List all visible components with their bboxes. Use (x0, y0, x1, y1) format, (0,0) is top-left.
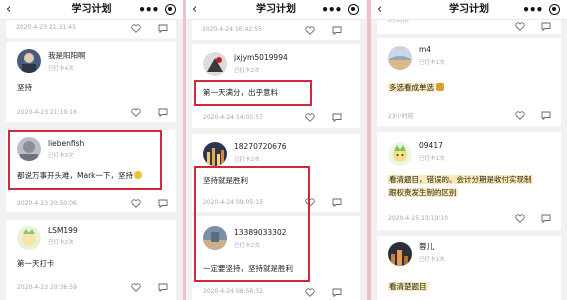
post-content-line2: 跟权责发生制的区别 (388, 188, 458, 197)
post-card: 我是阳阳啊 已打卡4次 坚持 2020-4-23 21:19:16 (6, 42, 176, 122)
more-icon[interactable]: ••• (522, 4, 543, 16)
avatar[interactable] (388, 242, 412, 266)
highlight-box (8, 130, 162, 190)
checkin-count: 已打卡2次 (48, 240, 74, 246)
more-icon[interactable]: ••• (138, 4, 159, 16)
heart-icon[interactable] (515, 22, 525, 31)
post-time: 2020-4-23 21:19:16 (17, 109, 77, 116)
post-card: m4 已打卡1次 多选看成单选 23小时前 (377, 38, 561, 126)
navbar: ‹ 学习计划 ••• (0, 0, 183, 20)
panel-1: ‹ 学习计划 ••• 2020-4-23 21:31:45 我是阳阳啊 已打卡4… (0, 0, 183, 300)
comment-icon[interactable] (332, 26, 342, 35)
heart-icon[interactable] (305, 288, 315, 297)
target-icon[interactable] (548, 4, 560, 15)
heart-icon[interactable] (515, 111, 525, 120)
comment-icon[interactable] (158, 199, 168, 208)
username[interactable]: 09417 (419, 141, 443, 151)
checkin-count: 已打卡1次 (419, 156, 445, 162)
panel-2: ‹ 学习计划 ••• 2020-4-24 16:42:55 jxjym50199… (186, 0, 366, 300)
comment-icon[interactable] (332, 113, 342, 122)
nav-capsule: ••• (318, 2, 362, 17)
avatar[interactable] (388, 46, 412, 70)
username[interactable]: m4 (419, 45, 431, 55)
checkin-count: 已打卡1次 (419, 257, 445, 263)
post-content: 看清题目，错误的。会计分期是收付实现制 (388, 175, 533, 184)
username[interactable]: 我是阳阳啊 (48, 51, 86, 61)
comment-icon[interactable] (332, 198, 342, 207)
comment-icon[interactable] (158, 24, 168, 33)
post-card: 2020-4-23 21:31:45 (6, 20, 176, 38)
checkin-count: 已打卡2次 (234, 157, 260, 163)
heart-icon[interactable] (131, 199, 141, 208)
avatar[interactable] (17, 226, 41, 250)
post-time: 2020-4-23 20:36:59 (17, 284, 77, 291)
comment-icon[interactable] (158, 108, 168, 117)
checkin-count: 已打卡2次 (234, 68, 260, 74)
post-time: 2020-4-24 16:42:55 (202, 26, 262, 33)
more-icon[interactable]: ••• (321, 4, 342, 16)
post-content: 多选看成单选 (388, 82, 444, 93)
post-card: 09417 已打卡1次 看清题目，错误的。会计分期是收付实现制 跟权责发生制的区… (377, 132, 561, 230)
avatar[interactable] (17, 49, 41, 73)
heart-icon[interactable] (131, 24, 141, 33)
username[interactable]: jxjym5019994 (234, 53, 288, 63)
username[interactable]: LSM199 (48, 226, 78, 236)
post-time: 2020-4-25 13:19:10 (388, 215, 448, 222)
avatar[interactable] (203, 142, 227, 166)
post-card: 2020-4-24 16:42:55 (192, 20, 360, 40)
post-time: 23小时前 (388, 113, 414, 120)
heart-icon[interactable] (131, 108, 141, 117)
heart-icon[interactable] (305, 113, 315, 122)
nav-capsule: ••• (135, 2, 179, 17)
heart-icon[interactable] (131, 283, 141, 292)
target-icon[interactable] (347, 4, 359, 15)
checkin-count: 已打卡4次 (48, 66, 74, 72)
comment-icon[interactable] (541, 214, 551, 223)
comment-icon[interactable] (541, 22, 551, 31)
trophy-emoji-icon (436, 83, 444, 91)
post-time: 2020-4-23 20:50:06 (17, 200, 77, 207)
highlight-box (194, 166, 310, 282)
post-card: LSM199 已打卡2次 第一天打卡 2020-4-23 20:36:59 (6, 220, 176, 300)
target-icon[interactable] (164, 4, 176, 15)
comment-icon[interactable] (158, 283, 168, 292)
checkin-count: 已打卡1次 (419, 60, 445, 66)
post-content: 坚持 (17, 83, 32, 92)
panel-3: ‹ 学习计划 ••• 5小时前 m4 已打卡1次 多选看成单选 23小时前 09… (371, 0, 567, 300)
username[interactable]: 18270720676 (234, 142, 287, 152)
heart-icon[interactable] (515, 214, 525, 223)
post-time: 2020-4-24 14:05:57 (203, 114, 263, 121)
navbar: ‹ 学习计划 ••• (371, 0, 567, 20)
username[interactable]: 蓉儿 (419, 242, 434, 252)
navbar: ‹ 学习计划 ••• (186, 0, 366, 20)
heart-icon[interactable] (305, 26, 315, 35)
post-card: 蓉儿 已打卡1次 看清楚题目 (377, 236, 561, 300)
post-card: 5小时前 (377, 17, 561, 34)
post-content: 看清楚题目 (388, 282, 428, 291)
post-time: 2020-4-23 21:31:45 (16, 24, 76, 31)
avatar[interactable] (388, 142, 412, 166)
comment-icon[interactable] (541, 111, 551, 120)
comment-icon[interactable] (332, 288, 342, 297)
post-time: 2020-4-24 08:58:32 (203, 288, 263, 295)
highlight-box (194, 80, 312, 106)
nav-capsule: ••• (519, 2, 563, 17)
avatar[interactable] (203, 52, 227, 76)
post-content: 第一天打卡 (17, 259, 55, 268)
